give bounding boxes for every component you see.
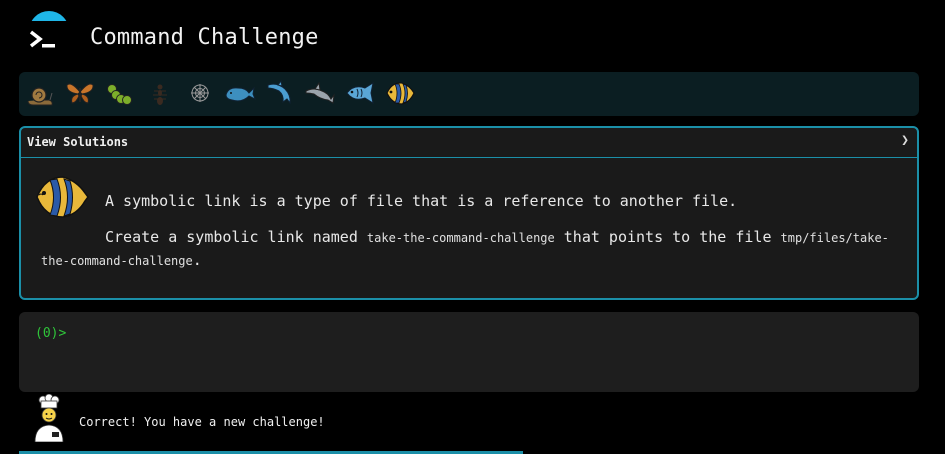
ant-icon <box>153 84 167 105</box>
level-dolphin[interactable] <box>264 77 296 109</box>
level-spider-web[interactable] <box>184 77 216 109</box>
whale-icon <box>225 86 256 102</box>
level-tropical-fish[interactable] <box>384 77 416 109</box>
task-text-middle: that points to the file <box>554 228 781 246</box>
terminal-prompt: (0)> <box>35 326 66 341</box>
level-caterpillar[interactable] <box>104 77 136 109</box>
caterpillar-icon <box>107 84 132 105</box>
challenge-task: Create a symbolic link named take-the-co… <box>41 226 901 272</box>
terminal-input[interactable]: (0)> <box>19 312 919 392</box>
level-snail[interactable] <box>24 77 56 109</box>
tropical-fish-icon <box>386 82 415 105</box>
view-solutions-label: View Solutions <box>27 135 129 149</box>
page-title: Command Challenge <box>90 25 319 50</box>
task-text-end: . <box>192 251 202 269</box>
butterfly-icon <box>66 83 94 104</box>
chevron-right-icon: ❯ <box>901 133 909 148</box>
task-text-start: Create a symbolic link named <box>105 228 367 246</box>
solutions-panel: View Solutions ❯ A symbolic link is a ty… <box>19 126 919 300</box>
dolphin-icon <box>267 79 291 105</box>
header: Command Challenge <box>0 0 945 72</box>
level-fish[interactable] <box>344 77 376 109</box>
level-shark[interactable] <box>304 77 336 109</box>
terminal-prompt-icon <box>29 30 55 48</box>
snail-icon <box>27 87 53 106</box>
level-strip <box>19 72 919 116</box>
challenge-description: A symbolic link is a type of file that i… <box>105 192 738 210</box>
prompt-open: ( <box>35 326 43 341</box>
link-name-code: take-the-command-challenge <box>366 231 555 245</box>
shark-icon <box>305 81 335 104</box>
fish-icon <box>346 81 374 105</box>
status-message: Correct! You have a new challenge! <box>79 415 325 429</box>
level-ant[interactable] <box>144 77 176 109</box>
spider-web-icon <box>191 84 209 102</box>
level-butterfly[interactable] <box>64 77 96 109</box>
logo-dome-icon <box>29 11 69 21</box>
prompt-count: 0 <box>42 326 51 341</box>
prompt-close: )> <box>50 326 67 341</box>
chef-icon <box>34 394 64 442</box>
level-whale[interactable] <box>224 77 256 109</box>
tropical-fish-icon <box>36 176 89 218</box>
view-solutions-toggle[interactable]: View Solutions ❯ <box>21 128 917 158</box>
